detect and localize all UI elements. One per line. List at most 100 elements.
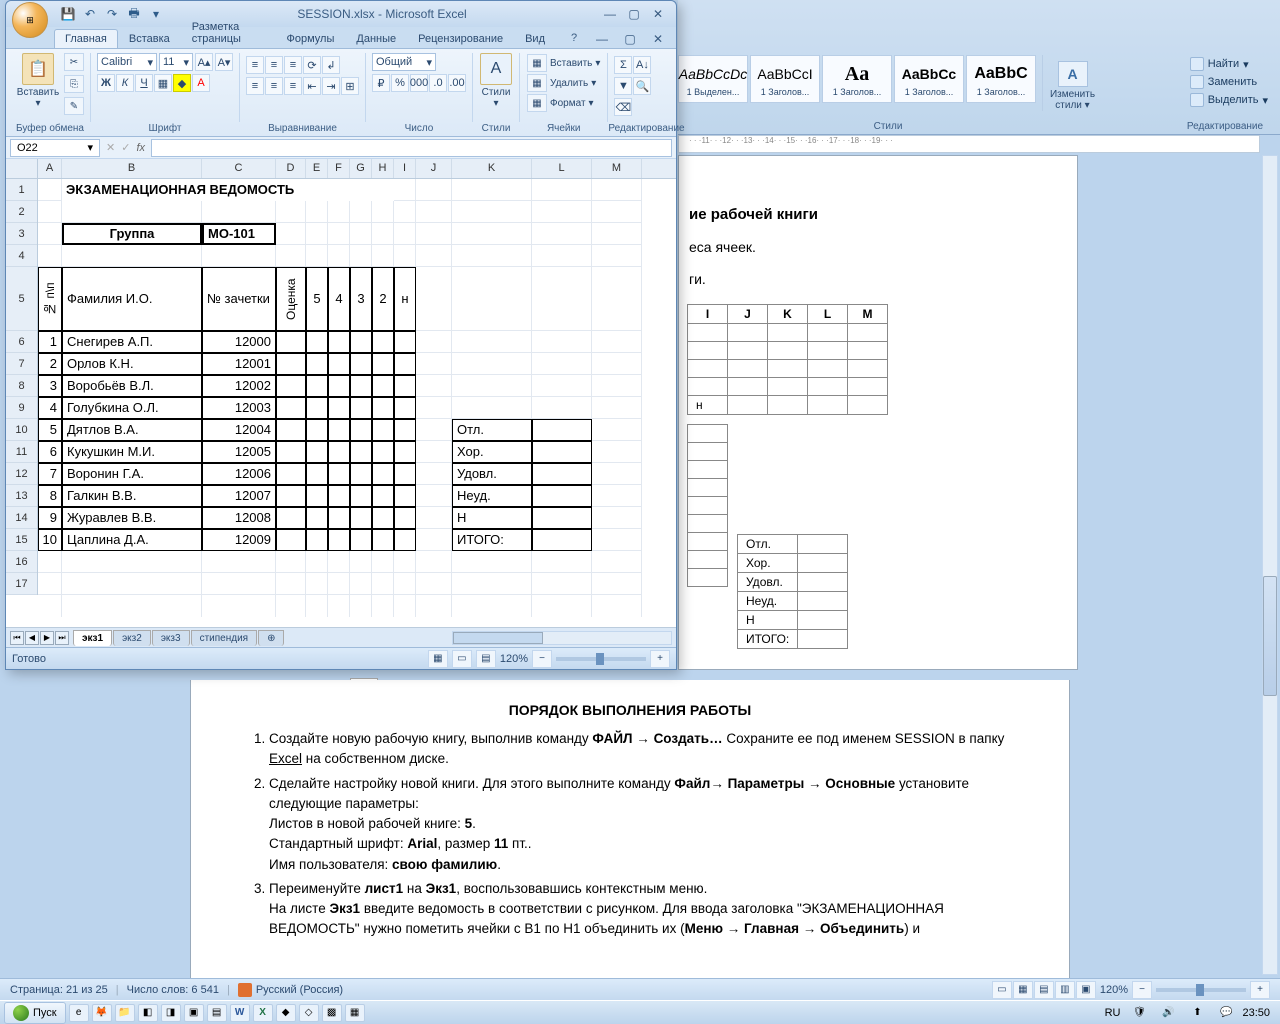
task-ie-icon[interactable]: e xyxy=(69,1004,89,1022)
cell[interactable] xyxy=(306,331,328,353)
row-header[interactable]: 10 xyxy=(6,419,37,441)
fill-color-button[interactable]: ◆ xyxy=(173,74,191,92)
cell[interactable]: ЭКЗАМЕНАЦИОННАЯ ВЕДОМОСТЬ xyxy=(62,179,394,201)
cell[interactable] xyxy=(306,353,328,375)
cell[interactable]: 2 xyxy=(372,267,394,331)
row-header[interactable]: 2 xyxy=(6,201,37,223)
cell[interactable]: 12003 xyxy=(202,397,276,419)
cell[interactable] xyxy=(372,331,394,353)
office-button[interactable]: ⊞ xyxy=(12,2,48,38)
underline-button[interactable]: Ч xyxy=(135,74,153,92)
cell[interactable]: 1 xyxy=(38,331,62,353)
row-header[interactable]: 8 xyxy=(6,375,37,397)
column-header[interactable]: J xyxy=(416,159,452,178)
cell[interactable] xyxy=(328,331,350,353)
cell[interactable]: Снегирев А.П. xyxy=(62,331,202,353)
styles-button[interactable]: AСтили ▾ xyxy=(479,53,513,109)
view-normal[interactable]: ▦ xyxy=(428,650,448,668)
cell[interactable]: Фамилия И.О. xyxy=(62,267,202,331)
cell[interactable] xyxy=(328,529,350,551)
decrease-font-icon[interactable]: A▾ xyxy=(215,53,233,71)
cell[interactable]: 9 xyxy=(38,507,62,529)
cell[interactable] xyxy=(328,397,350,419)
cell[interactable]: Воробьёв В.Л. xyxy=(62,375,202,397)
cell[interactable] xyxy=(276,397,306,419)
cell[interactable]: 12005 xyxy=(202,441,276,463)
cell[interactable] xyxy=(532,419,592,441)
cell[interactable]: ИТОГО: xyxy=(452,529,532,551)
cell[interactable] xyxy=(328,375,350,397)
cell[interactable]: Орлов К.Н. xyxy=(62,353,202,375)
cell[interactable] xyxy=(276,529,306,551)
cell[interactable] xyxy=(372,375,394,397)
row-header[interactable]: 17 xyxy=(6,573,37,595)
language-indicator[interactable]: RU xyxy=(1105,1007,1121,1019)
copy-icon[interactable]: ⎘ xyxy=(64,75,84,93)
cell[interactable] xyxy=(394,463,416,485)
fill-button[interactable]: ▼ xyxy=(614,77,632,95)
align-top[interactable]: ≡ xyxy=(246,56,264,74)
cell[interactable]: Цаплина Д.А. xyxy=(62,529,202,551)
align-left[interactable]: ≡ xyxy=(246,77,264,95)
cell[interactable] xyxy=(372,419,394,441)
sheet-tab[interactable]: экз2 xyxy=(113,630,151,646)
cell[interactable]: 12001 xyxy=(202,353,276,375)
cell[interactable] xyxy=(350,463,372,485)
cell[interactable] xyxy=(394,529,416,551)
merge-button[interactable]: ⊞ xyxy=(341,77,359,95)
task-firefox-icon[interactable]: 🦊 xyxy=(92,1004,112,1022)
cell[interactable] xyxy=(350,331,372,353)
column-header[interactable]: H xyxy=(372,159,394,178)
cell[interactable]: 3 xyxy=(38,375,62,397)
cell[interactable]: Хор. xyxy=(452,441,532,463)
prev-sheet-button[interactable]: ◀ xyxy=(25,631,39,645)
cell[interactable] xyxy=(306,441,328,463)
mdi-minimize[interactable]: — xyxy=(590,32,614,46)
cell[interactable] xyxy=(372,353,394,375)
bold-button[interactable]: Ж xyxy=(97,74,115,92)
mdi-close[interactable]: ✕ xyxy=(646,32,670,46)
cell[interactable]: № зачетки xyxy=(202,267,276,331)
cell[interactable] xyxy=(350,397,372,419)
cell[interactable] xyxy=(532,529,592,551)
cell[interactable] xyxy=(372,463,394,485)
cell[interactable] xyxy=(532,441,592,463)
cell[interactable] xyxy=(350,441,372,463)
task-word-icon[interactable]: W xyxy=(230,1004,250,1022)
cell[interactable]: 4 xyxy=(38,397,62,419)
inc-decimal[interactable]: .0 xyxy=(429,74,447,92)
cell[interactable]: 7 xyxy=(38,463,62,485)
clear-button[interactable]: ⌫ xyxy=(614,98,632,116)
cell[interactable]: н xyxy=(394,267,416,331)
cell[interactable] xyxy=(394,441,416,463)
task-app-icon[interactable]: ▦ xyxy=(345,1004,365,1022)
cell[interactable]: 12000 xyxy=(202,331,276,353)
new-sheet-button[interactable]: ⊕ xyxy=(258,630,284,646)
ribbon-tab-insert[interactable]: Вставка xyxy=(118,29,181,48)
indent-dec[interactable]: ⇤ xyxy=(303,77,321,95)
change-styles-button[interactable]: AИзменитьстили ▾ xyxy=(1042,55,1102,111)
redo-icon[interactable]: ↷ xyxy=(102,4,122,24)
view-page-layout[interactable]: ▭ xyxy=(452,650,472,668)
cell[interactable] xyxy=(306,375,328,397)
cell[interactable]: Голубкина О.Л. xyxy=(62,397,202,419)
zoom-slider[interactable] xyxy=(556,657,646,661)
cell[interactable]: 5 xyxy=(306,267,328,331)
column-header[interactable]: C xyxy=(202,159,276,178)
column-header[interactable]: K xyxy=(452,159,532,178)
cell[interactable]: 12009 xyxy=(202,529,276,551)
select-button[interactable]: Выделить ▾ xyxy=(1186,91,1272,109)
sheet-tab[interactable]: стипендия xyxy=(191,630,258,646)
sort-button[interactable]: A↓ xyxy=(633,56,651,74)
row-header[interactable]: 3 xyxy=(6,223,37,245)
cell[interactable]: 4 xyxy=(328,267,350,331)
cut-icon[interactable]: ✂ xyxy=(64,53,84,71)
row-header[interactable]: 12 xyxy=(6,463,37,485)
column-header[interactable]: G xyxy=(350,159,372,178)
cell[interactable] xyxy=(350,375,372,397)
status-language[interactable]: Русский (Россия) xyxy=(256,984,343,996)
cell[interactable] xyxy=(372,507,394,529)
select-all-corner[interactable] xyxy=(6,159,38,179)
view-page-break[interactable]: ▤ xyxy=(476,650,496,668)
ribbon-tab-data[interactable]: Данные xyxy=(345,29,407,48)
